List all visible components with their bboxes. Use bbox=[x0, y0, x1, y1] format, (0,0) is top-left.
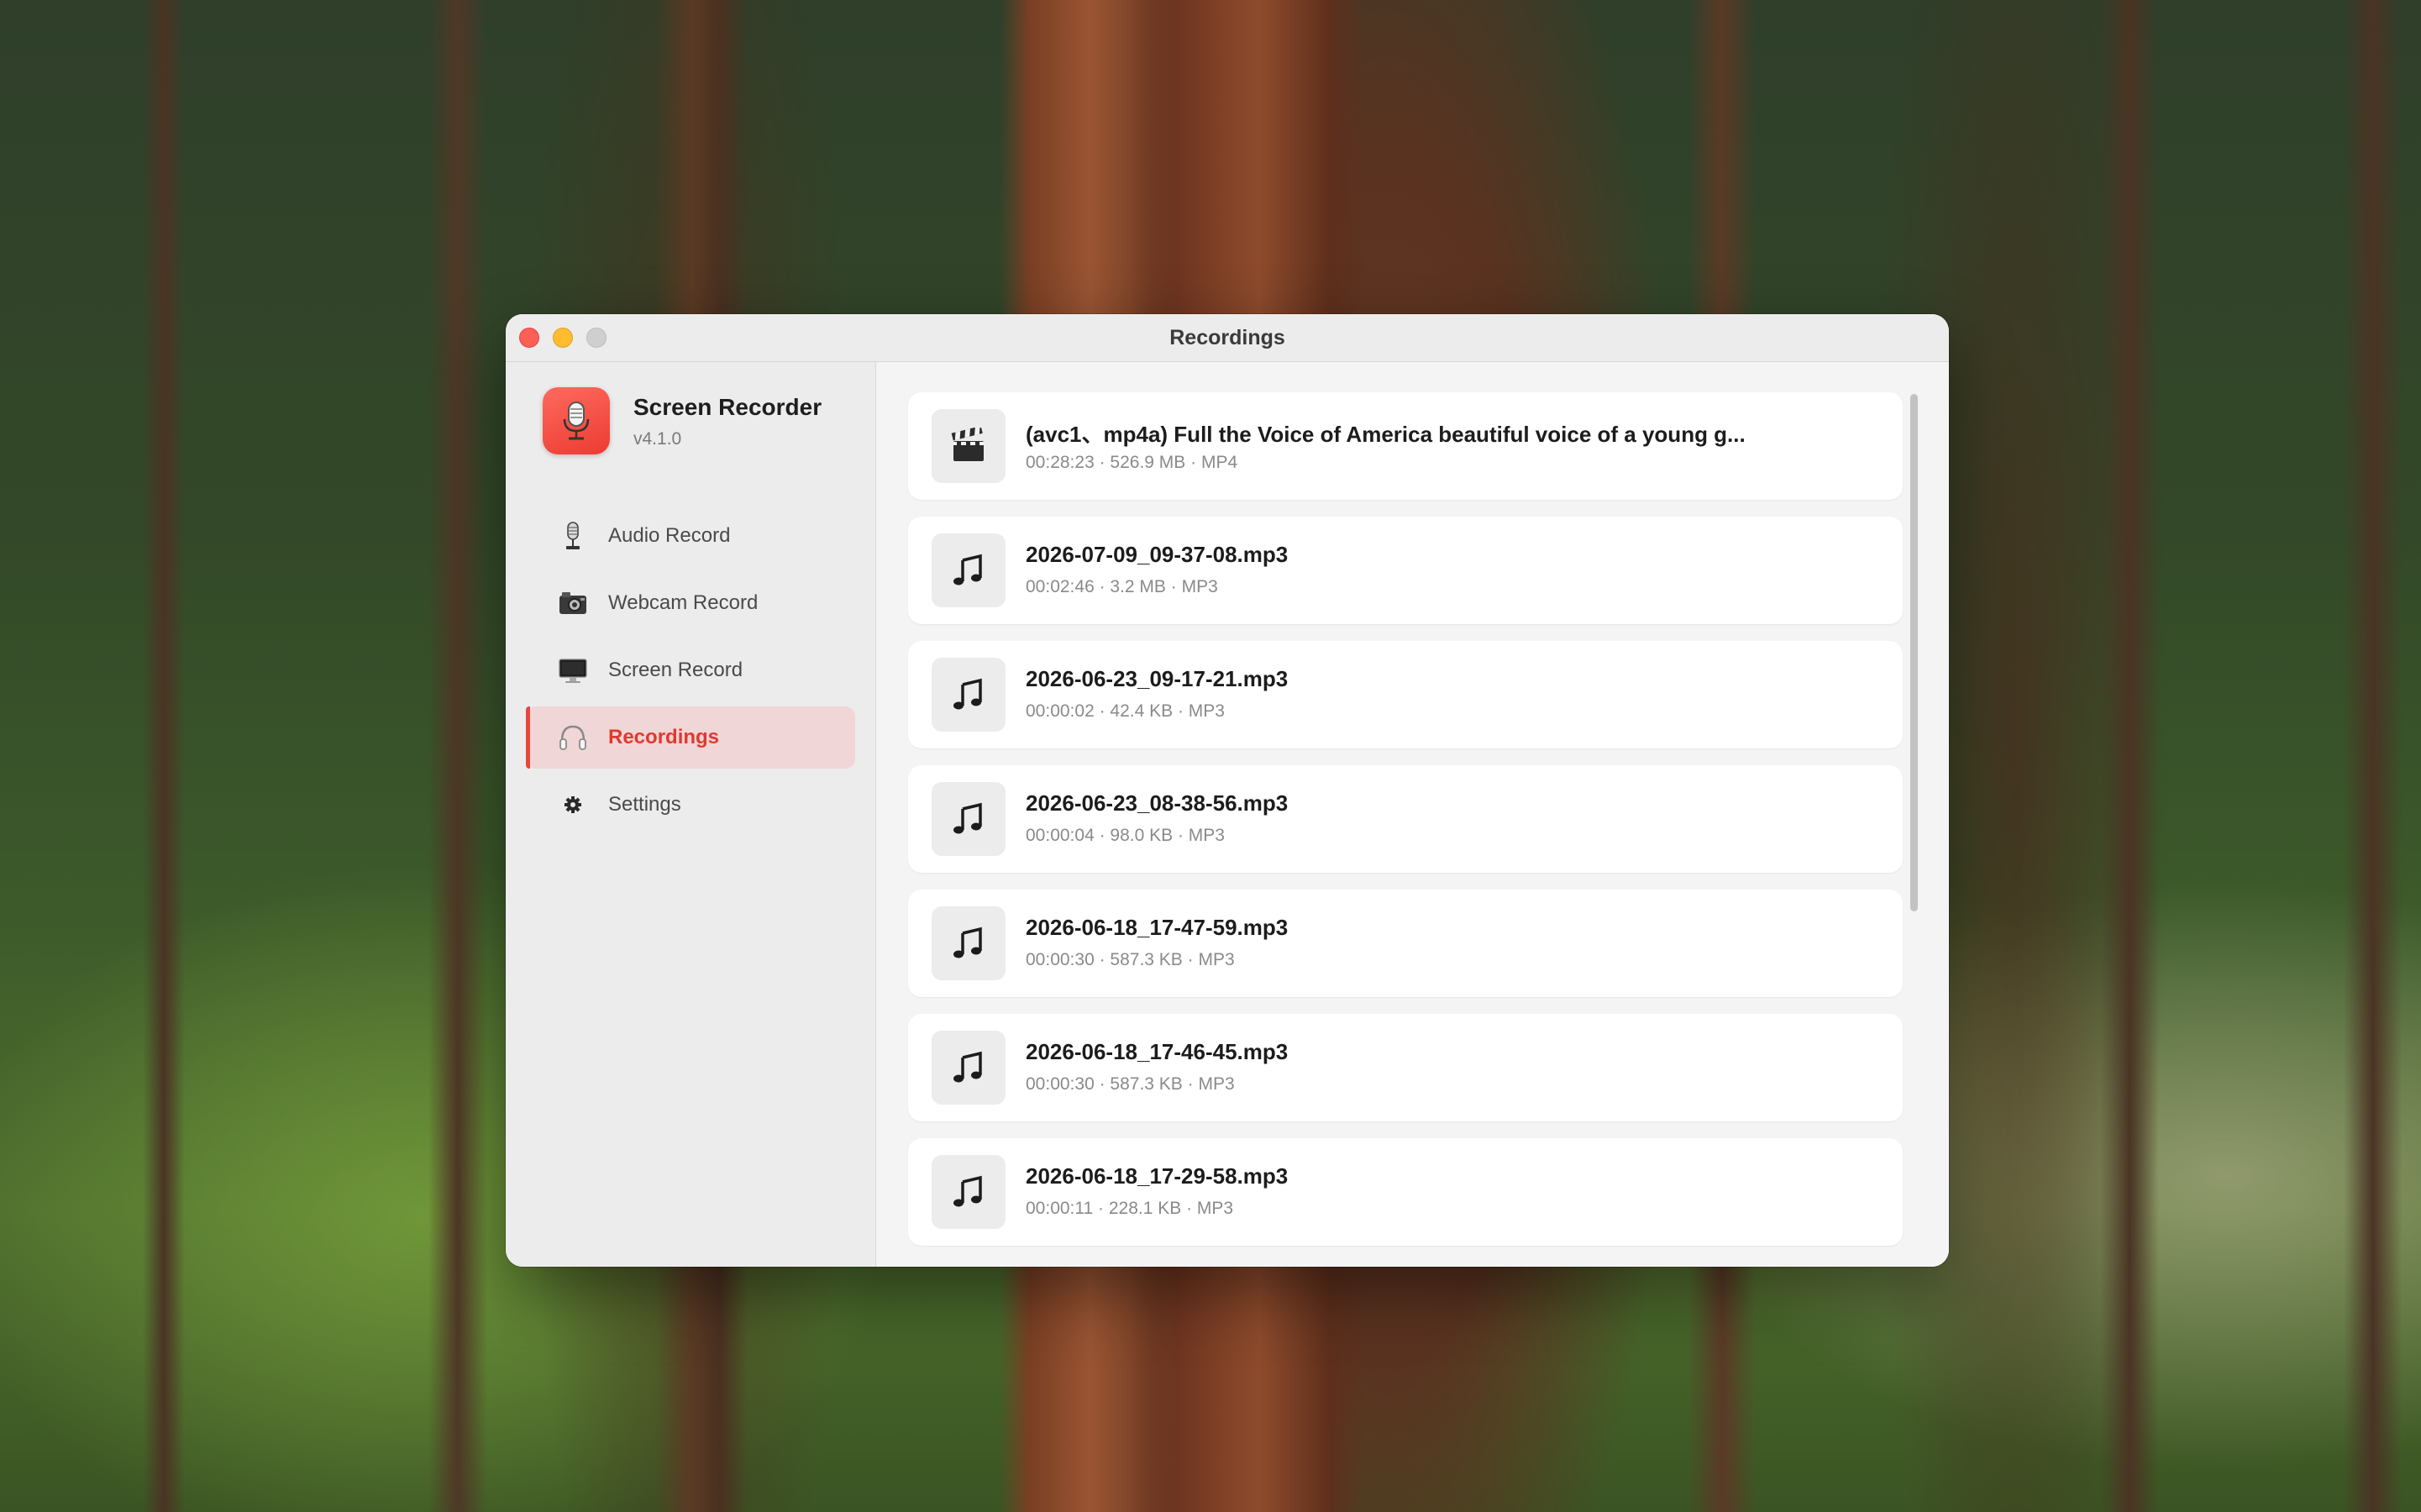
close-window-button[interactable] bbox=[519, 328, 539, 348]
list-item[interactable]: 2026-06-18_17-47-59.mp3 00:00:30 · 587.3… bbox=[908, 890, 1903, 997]
recording-title: 2026-06-18_17-47-59.mp3 bbox=[1026, 915, 1289, 940]
scrollbar-thumb[interactable] bbox=[1910, 394, 1918, 911]
recording-title: 2026-06-18_17-29-58.mp3 bbox=[1026, 1163, 1289, 1189]
sidebar-item-webcam-record[interactable]: Webcam Record bbox=[526, 572, 855, 634]
sidebar-item-recordings[interactable]: Recordings bbox=[526, 706, 855, 769]
clapperboard-icon bbox=[932, 409, 1006, 483]
sidebar-item-label: Webcam Record bbox=[608, 591, 759, 614]
recording-meta: 00:00:02 · 42.4 KB · MP3 bbox=[1026, 701, 1225, 721]
app-window: Recordings Screen Recorder v4.1.0 Audio … bbox=[506, 314, 1949, 1267]
zoom-window-button[interactable] bbox=[586, 328, 607, 348]
music-note-icon bbox=[932, 658, 1006, 732]
recording-meta: 00:00:30 · 587.3 KB · MP3 bbox=[1026, 950, 1235, 969]
app-name: Screen Recorder bbox=[633, 394, 822, 420]
gear-icon bbox=[558, 790, 588, 820]
list-item[interactable]: 2026-06-23_09-17-21.mp3 00:00:02 · 42.4 … bbox=[908, 641, 1903, 748]
sidebar-item-label: Audio Record bbox=[608, 524, 731, 547]
minimize-window-button[interactable] bbox=[553, 328, 573, 348]
wallpaper-tree-trunk bbox=[428, 0, 487, 1512]
music-note-icon bbox=[932, 906, 1006, 980]
music-note-icon bbox=[932, 533, 1006, 607]
sidebar-item-audio-record[interactable]: Audio Record bbox=[526, 505, 855, 567]
wallpaper-tree-trunk bbox=[2100, 0, 2159, 1512]
sidebar: Screen Recorder v4.1.0 Audio Record Webc… bbox=[506, 362, 876, 1267]
sidebar-item-screen-record[interactable]: Screen Record bbox=[526, 639, 855, 701]
headphones-icon bbox=[558, 722, 588, 753]
recording-meta: 00:02:46 · 3.2 MB · MP3 bbox=[1026, 577, 1218, 596]
sidebar-item-label: Recordings bbox=[608, 726, 720, 748]
recording-title: 2026-06-23_09-17-21.mp3 bbox=[1026, 666, 1289, 691]
recording-meta: 00:28:23 · 526.9 MB · MP4 bbox=[1026, 453, 1238, 472]
sidebar-item-label: Screen Record bbox=[608, 659, 743, 681]
sidebar-item-label: Settings bbox=[608, 793, 681, 816]
app-logo-icon bbox=[543, 387, 610, 454]
list-item[interactable]: 2026-06-18_17-29-58.mp3 00:00:11 · 228.1… bbox=[908, 1138, 1903, 1246]
list-item[interactable]: 2026-07-09_09-37-08.mp3 00:02:46 · 3.2 M… bbox=[908, 517, 1903, 624]
recordings-list[interactable]: (avc1、mp4a) Full the Voice of America be… bbox=[876, 362, 1949, 1267]
recording-title: 2026-06-18_17-46-45.mp3 bbox=[1026, 1039, 1289, 1064]
camera-icon bbox=[558, 588, 588, 618]
wallpaper-tree-trunk bbox=[143, 0, 185, 1512]
app-version: v4.1.0 bbox=[633, 429, 682, 449]
list-item[interactable]: 2026-06-18_17-46-45.mp3 00:00:30 · 587.3… bbox=[908, 1014, 1903, 1121]
list-item[interactable]: 2026-06-23_08-38-56.mp3 00:00:04 · 98.0 … bbox=[908, 765, 1903, 873]
sidebar-item-settings[interactable]: Settings bbox=[526, 774, 855, 836]
microphone-icon bbox=[558, 521, 588, 551]
wallpaper-tree-trunk bbox=[2344, 0, 2403, 1512]
recording-meta: 00:00:11 · 228.1 KB · MP3 bbox=[1026, 1199, 1234, 1218]
music-note-icon bbox=[932, 1031, 1006, 1105]
music-note-icon bbox=[932, 782, 1006, 856]
recording-meta: 00:00:04 · 98.0 KB · MP3 bbox=[1026, 826, 1225, 845]
monitor-icon bbox=[558, 655, 588, 685]
recording-meta: 00:00:30 · 587.3 KB · MP3 bbox=[1026, 1074, 1235, 1094]
recording-title: 2026-06-23_08-38-56.mp3 bbox=[1026, 790, 1289, 816]
window-title: Recordings bbox=[1169, 326, 1285, 349]
list-item[interactable]: (avc1、mp4a) Full the Voice of America be… bbox=[908, 392, 1903, 500]
title-bar[interactable]: Recordings bbox=[506, 314, 1949, 362]
recording-title: 2026-07-09_09-37-08.mp3 bbox=[1026, 542, 1289, 567]
recording-title: (avc1、mp4a) Full the Voice of America be… bbox=[1026, 422, 1746, 447]
music-note-icon bbox=[932, 1155, 1006, 1229]
